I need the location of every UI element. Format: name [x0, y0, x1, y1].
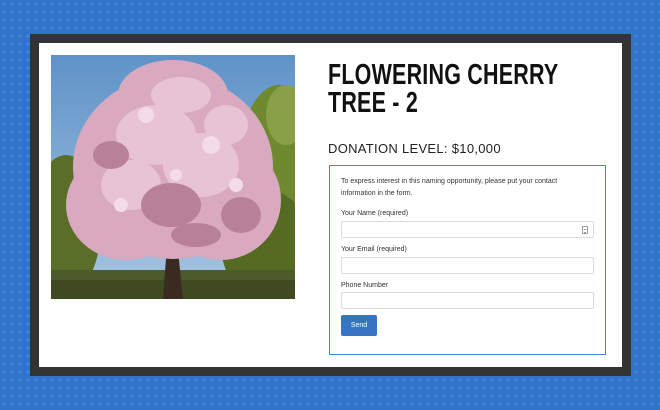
- phone-field[interactable]: [341, 292, 594, 309]
- donation-level: DONATION LEVEL: $10,000: [328, 141, 501, 156]
- name-label: Your Name (required): [341, 210, 409, 217]
- email-label: Your Email (required): [341, 246, 407, 253]
- content-panel: FLOWERING CHERRY TREE - 2 DONATION LEVEL…: [39, 43, 622, 367]
- email-field[interactable]: [341, 257, 594, 274]
- keyboard-icon[interactable]: [582, 226, 588, 234]
- name-field[interactable]: [341, 221, 594, 238]
- form-intro-text: To express interest in this naming oppor…: [341, 178, 558, 197]
- phone-label: Phone Number: [341, 282, 389, 289]
- contact-form: To express interest in this naming oppor…: [329, 165, 606, 355]
- cherry-tree-photo: [51, 55, 295, 299]
- send-button[interactable]: Send: [341, 315, 377, 336]
- content-frame: FLOWERING CHERRY TREE - 2 DONATION LEVEL…: [30, 34, 631, 376]
- page-title: FLOWERING CHERRY TREE - 2: [328, 59, 559, 119]
